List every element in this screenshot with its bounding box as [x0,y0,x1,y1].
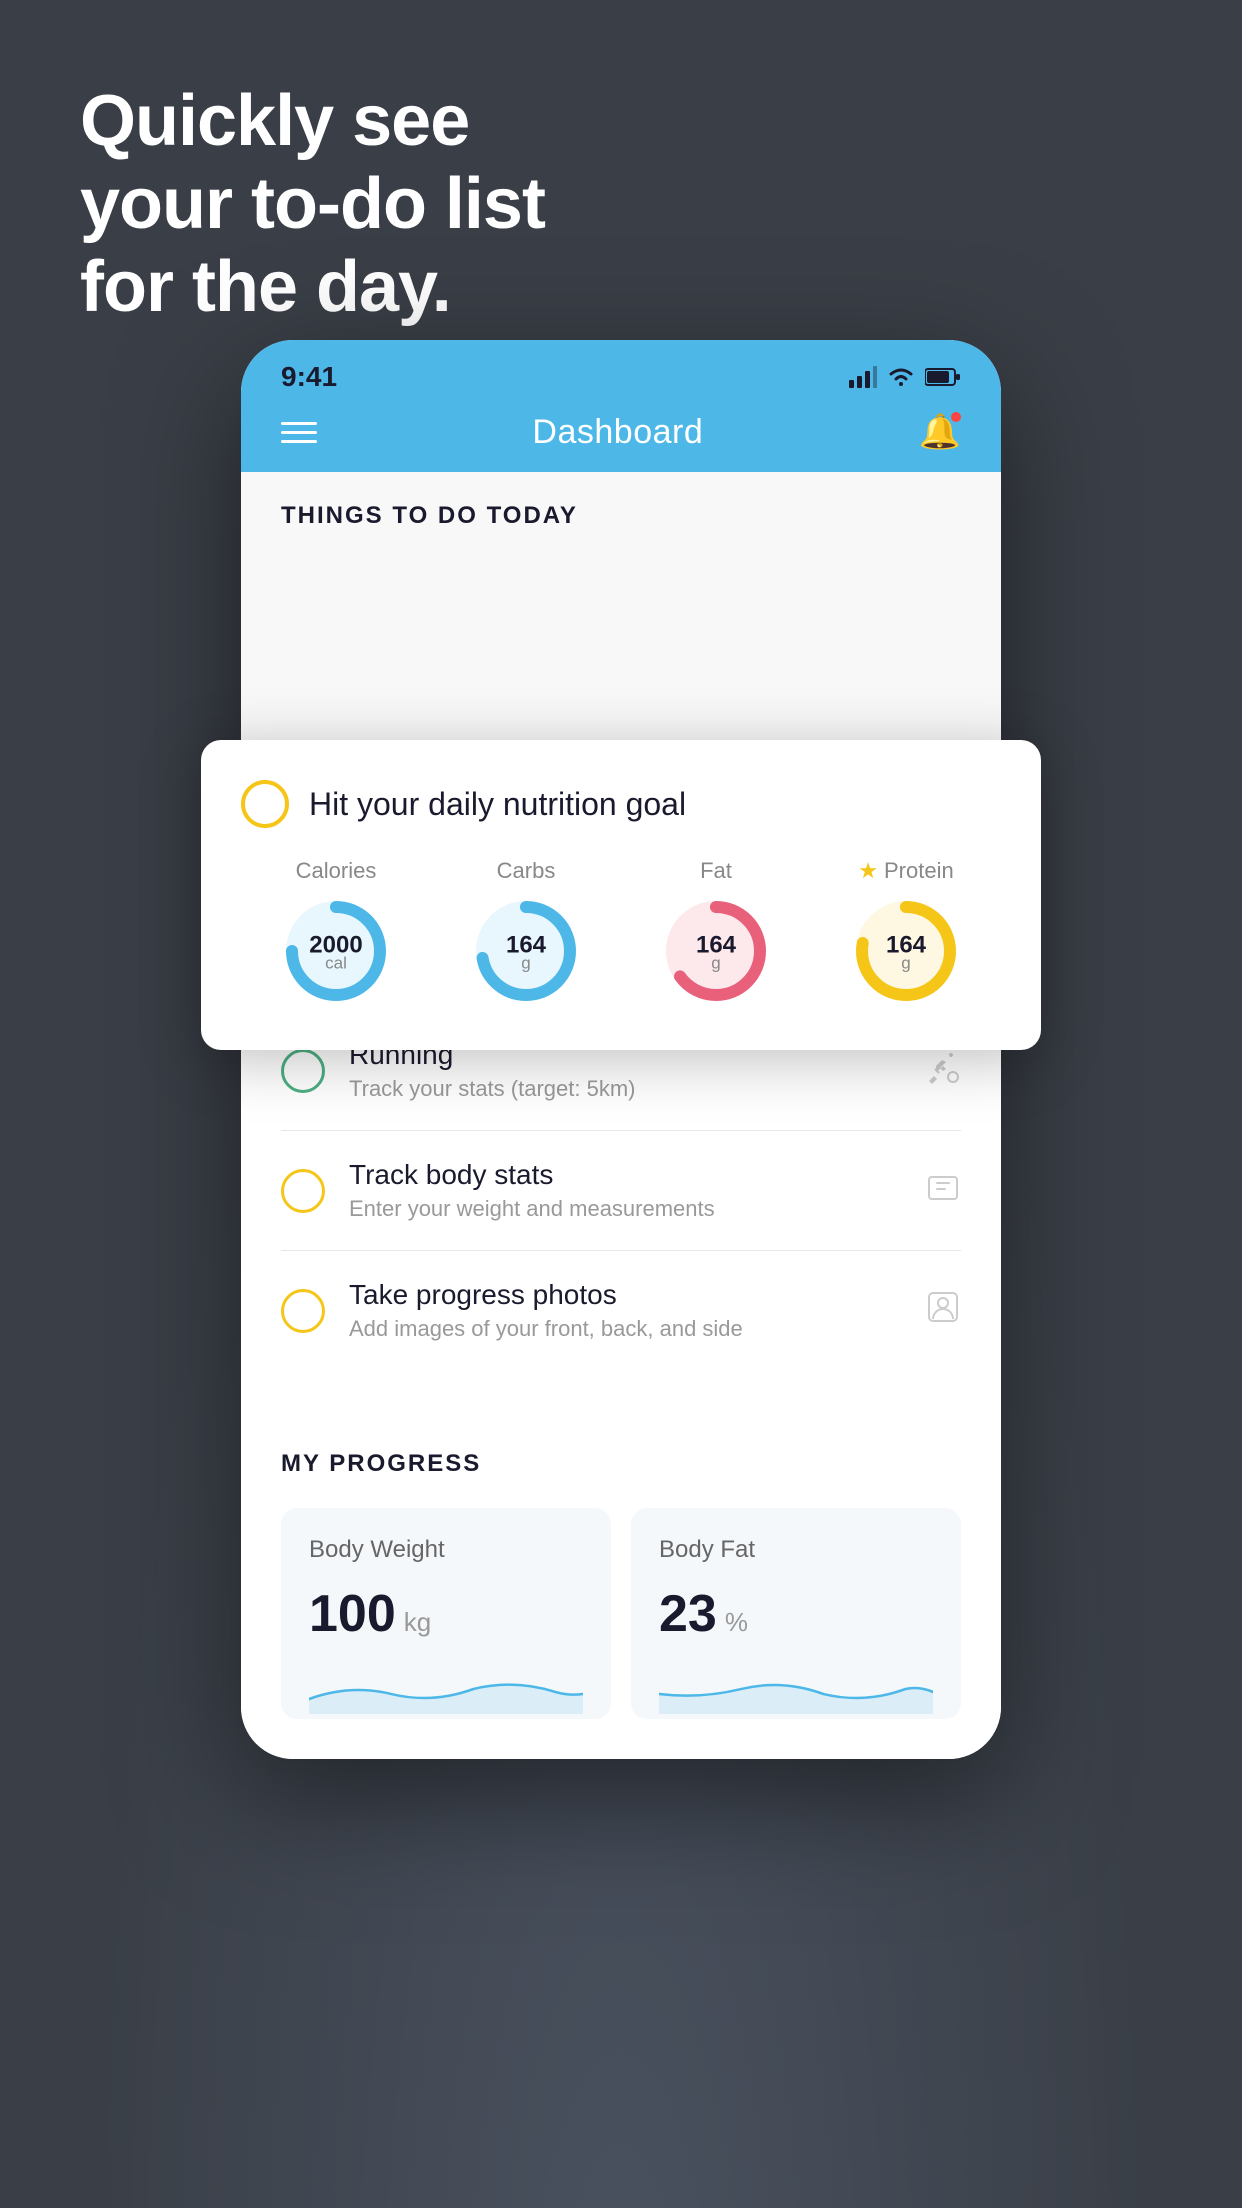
ring-carbs: Carbs 164 g [471,858,581,1006]
body-weight-chart [309,1664,583,1714]
body-fat-chart [659,1664,933,1714]
svg-text:g: g [711,953,720,972]
progress-section: MY PROGRESS Body Weight 100 kg Body Fat … [241,1410,1001,1759]
nutrition-rings: Calories 2000 cal Carbs 164 g Fat [241,858,1001,1006]
floating-nutrition-card: Hit your daily nutrition goal Calories 2… [201,740,1041,1050]
person-icon [925,1289,961,1333]
calories-ring: 2000 cal [281,896,391,1006]
hero-line-3: for the day. [80,246,545,329]
notification-dot [949,410,963,424]
svg-text:cal: cal [325,953,347,972]
check-circle-progress-photos [281,1289,325,1333]
protein-ring: 164 g [851,896,961,1006]
svg-text:g: g [901,953,910,972]
signal-icon [849,366,877,388]
nutrition-goal-check-circle [241,780,289,828]
hamburger-button[interactable] [281,422,317,443]
status-bar: 9:41 [241,340,1001,396]
ring-protein: ★ Protein 164 g [851,858,961,1006]
todo-title-body-stats: Track body stats [349,1159,901,1191]
check-circle-running [281,1049,325,1093]
todo-text-body-stats: Track body stats Enter your weight and m… [349,1159,901,1222]
things-section-header: THINGS TO DO TODAY [281,502,961,530]
calories-label: Calories [296,858,377,884]
fat-ring: 164 g [661,896,771,1006]
mid-spacer [241,1370,1001,1410]
todo-item-progress-photos[interactable]: Take progress photos Add images of your … [281,1250,961,1370]
body-weight-value: 100 [309,1584,396,1644]
svg-text:g: g [521,953,530,972]
todo-item-body-stats[interactable]: Track body stats Enter your weight and m… [281,1130,961,1250]
check-circle-body-stats [281,1169,325,1213]
progress-header: MY PROGRESS [281,1450,961,1478]
ring-fat: Fat 164 g [661,858,771,1006]
body-fat-card[interactable]: Body Fat 23 % [631,1508,961,1719]
scale-icon [925,1169,961,1213]
todo-subtitle-body-stats: Enter your weight and measurements [349,1196,901,1222]
fat-label: Fat [700,858,732,884]
body-fat-value-row: 23 % [659,1584,933,1644]
body-weight-value-row: 100 kg [309,1584,583,1644]
running-icon [925,1049,961,1093]
nutrition-goal-title: Hit your daily nutrition goal [309,786,686,823]
body-fat-value: 23 [659,1584,717,1644]
protein-star-icon: ★ [858,858,878,884]
carbs-label: Carbs [497,858,556,884]
todo-title-progress-photos: Take progress photos [349,1279,901,1311]
status-icons [849,366,961,388]
wifi-icon [887,366,915,388]
hero-line-1: Quickly see [80,80,545,163]
protein-label: ★ Protein [858,858,953,884]
body-weight-unit: kg [404,1607,431,1638]
todo-subtitle-running: Track your stats (target: 5km) [349,1076,901,1102]
hero-line-2: your to-do list [80,163,545,246]
battery-icon [925,367,961,387]
body-fat-unit: % [725,1607,748,1638]
body-weight-title: Body Weight [309,1536,583,1564]
todo-list: Running Track your stats (target: 5km) T… [241,1010,1001,1370]
todo-subtitle-progress-photos: Add images of your front, back, and side [349,1316,901,1342]
progress-cards: Body Weight 100 kg Body Fat 23 % [281,1508,961,1719]
notification-bell-button[interactable]: 🔔 [919,412,961,452]
carbs-ring: 164 g [471,896,581,1006]
body-fat-title: Body Fat [659,1536,933,1564]
body-weight-card[interactable]: Body Weight 100 kg [281,1508,611,1719]
ring-calories: Calories 2000 cal [281,858,391,1006]
hero-text: Quickly see your to-do list for the day. [80,80,545,328]
nav-bar: Dashboard 🔔 [241,396,1001,472]
nav-title: Dashboard [532,413,703,452]
todo-text-progress-photos: Take progress photos Add images of your … [349,1279,901,1342]
things-section: THINGS TO DO TODAY [241,472,1001,550]
status-time: 9:41 [281,361,337,393]
card-title-row: Hit your daily nutrition goal [241,780,1001,828]
